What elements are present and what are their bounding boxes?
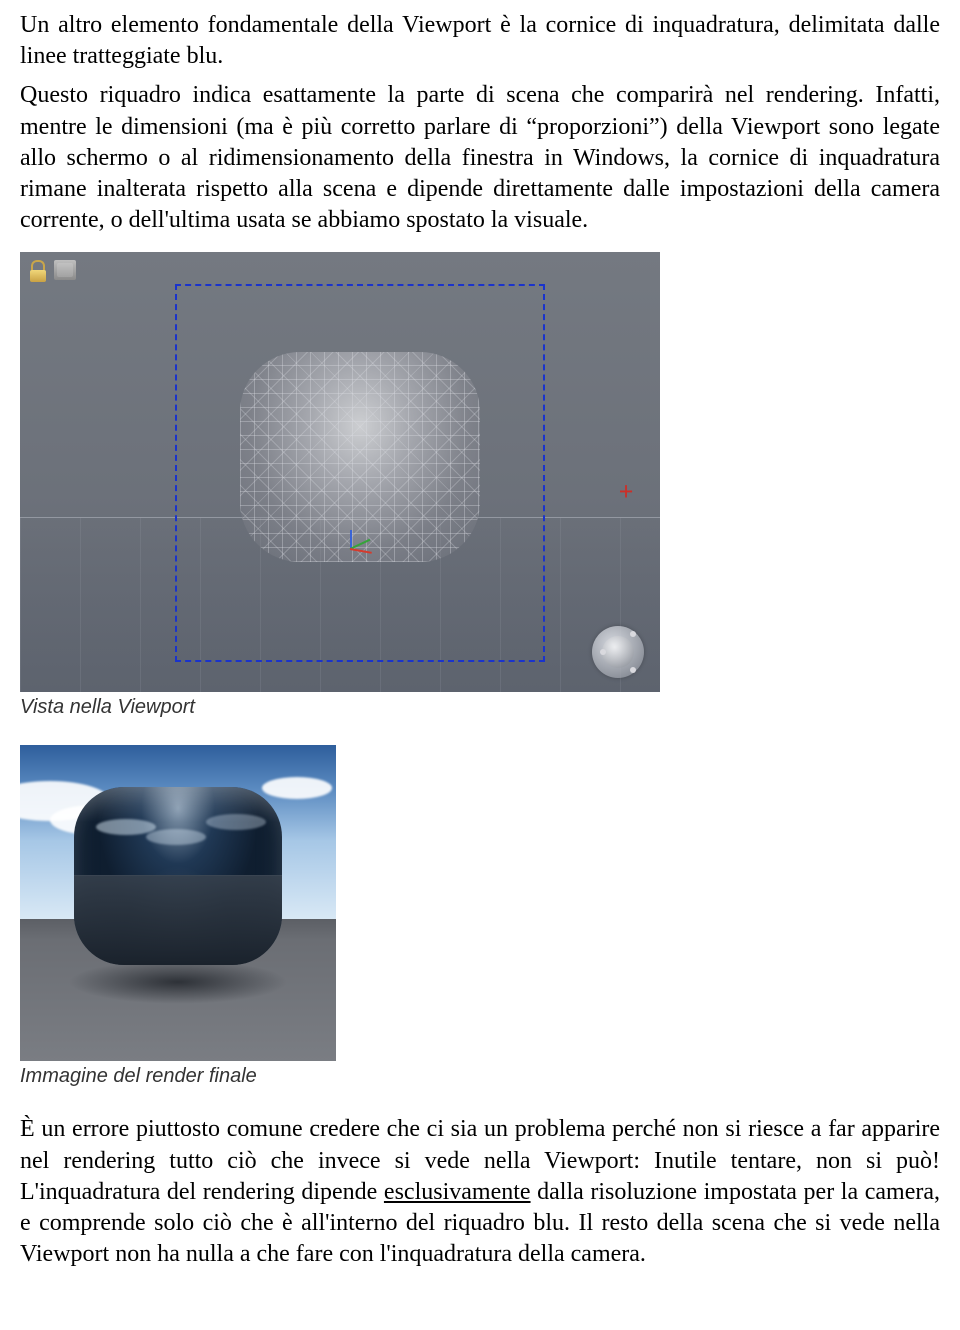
body-paragraph-2: Questo riquadro indica esattamente la pa… — [20, 80, 940, 236]
crosshair-icon: + — [614, 480, 638, 504]
axis-gizmo-icon — [350, 540, 392, 558]
body-paragraph-1: Un altro elemento fondamentale della Vie… — [20, 10, 940, 72]
render-output-image — [20, 745, 336, 1061]
figure-render — [20, 745, 940, 1061]
caption-render: Immagine del render finale — [20, 1065, 940, 1088]
closing-paragraph: È un errore piuttosto comune credere che… — [20, 1114, 940, 1270]
wireframe-object — [240, 352, 480, 562]
render-object-shadow — [68, 960, 288, 1004]
render-object — [74, 787, 282, 965]
figure-viewport: + — [20, 252, 940, 692]
container-icon — [54, 260, 76, 280]
caption-viewport: Vista nella Viewport — [20, 696, 940, 719]
document-page: Un altro elemento fondamentale della Vie… — [0, 0, 960, 1298]
viewport-toolbar — [28, 260, 76, 282]
viewport-screenshot: + — [20, 252, 660, 692]
closing-underlined: esclusivamente — [384, 1179, 531, 1205]
lock-icon — [28, 260, 48, 282]
navigation-compass-icon — [592, 626, 644, 678]
